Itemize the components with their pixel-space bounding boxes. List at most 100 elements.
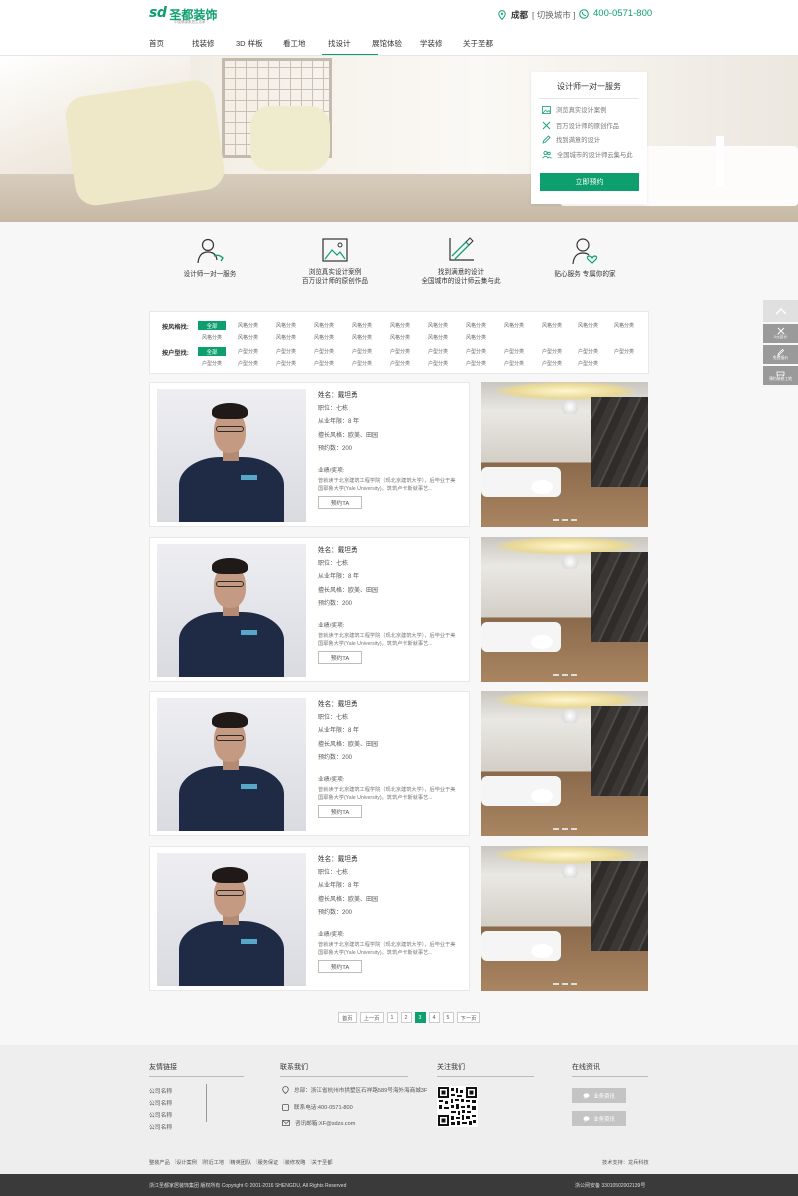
filter-style-option[interactable]: 风格分类 <box>390 322 410 329</box>
footer-nav-item[interactable]: 服务保证 <box>258 1159 279 1166</box>
book-designer-button[interactable]: 预约TA <box>318 960 362 973</box>
filter-style-option[interactable]: 风格分类 <box>390 334 410 341</box>
footer-links-scrollbar[interactable] <box>206 1084 207 1122</box>
chat-icon <box>583 1115 590 1122</box>
nav-find-decoration[interactable]: 找装修 <box>192 38 236 56</box>
filter-style-option[interactable]: 风格分类 <box>314 334 334 341</box>
designer-case-image[interactable] <box>481 691 648 836</box>
filter-style-option[interactable]: 风格分类 <box>314 322 334 329</box>
filter-style-option[interactable]: 风格分类 <box>352 322 372 329</box>
footer-friend-link[interactable]: 公司名称 <box>149 1122 172 1131</box>
filter-layout-option[interactable]: 户型分类 <box>390 360 410 367</box>
free-design-button[interactable]: 0元设计 <box>763 324 798 343</box>
designer-case-image[interactable] <box>481 382 648 527</box>
filter-layout-option[interactable]: 户型分类 <box>542 360 562 367</box>
filter-style-option[interactable]: 风格分类 <box>542 322 562 329</box>
nav-showroom[interactable]: 展馆体验 <box>372 38 420 56</box>
nav-3d-samples[interactable]: 3D 样板 <box>236 38 283 56</box>
nav-find-design[interactable]: 找设计 <box>322 38 378 56</box>
filter-layout-option[interactable]: 户型分类 <box>504 348 524 355</box>
filter-style-option[interactable]: 风格分类 <box>276 334 296 341</box>
footer-nav-item[interactable]: 附近工地 <box>203 1159 224 1166</box>
book-designer-button[interactable]: 预约TA <box>318 805 362 818</box>
icp-record[interactable]: 浙公网安备 33010502002139号 <box>575 1182 645 1189</box>
filter-style-all[interactable]: 全部 <box>198 321 226 330</box>
filter-layout-option[interactable]: 户型分类 <box>276 360 296 367</box>
filter-layout-option[interactable]: 户型分类 <box>466 360 486 367</box>
filter-layout-option[interactable]: 户型分类 <box>352 348 372 355</box>
filter-layout-option[interactable]: 户型分类 <box>238 348 258 355</box>
filter-style-option[interactable]: 风格分类 <box>238 322 258 329</box>
footer-news-button[interactable]: 业务资讯 <box>572 1111 626 1126</box>
page-number[interactable]: 4 <box>428 1012 440 1023</box>
filter-layout-option[interactable]: 户型分类 <box>314 360 334 367</box>
filter-style-option[interactable]: 风格分类 <box>466 322 486 329</box>
filter-layout-option[interactable]: 户型分类 <box>276 348 296 355</box>
filter-style-option[interactable]: 风格分类 <box>428 334 448 341</box>
filter-style-option[interactable]: 风格分类 <box>202 334 222 341</box>
page-first[interactable]: 首页 <box>338 1012 357 1023</box>
page-number[interactable]: 1 <box>386 1012 398 1023</box>
nav-about[interactable]: 关于圣都 <box>463 38 513 56</box>
book-designer-button[interactable]: 预约TA <box>318 496 362 509</box>
page-number-current[interactable]: 3 <box>414 1012 426 1023</box>
filter-style-option[interactable]: 风格分类 <box>466 334 486 341</box>
footer-nav-item[interactable]: 关于圣都 <box>312 1159 333 1166</box>
designer-photo[interactable] <box>157 698 306 831</box>
filter-layout-option[interactable]: 户型分类 <box>202 360 222 367</box>
filter-layout-option[interactable]: 户型分类 <box>390 348 410 355</box>
filter-layout-option[interactable]: 户型分类 <box>578 360 598 367</box>
designer-case-image[interactable] <box>481 537 648 682</box>
page-number[interactable]: 5 <box>442 1012 454 1023</box>
carousel-dots[interactable] <box>553 983 577 985</box>
carousel-dots[interactable] <box>553 674 577 676</box>
page-prev[interactable]: 上一页 <box>359 1012 384 1023</box>
designer-case-image[interactable] <box>481 846 648 991</box>
nav-learn[interactable]: 学装修 <box>420 38 463 56</box>
service-card-title: 设计师一对一服务 <box>557 82 621 91</box>
filter-layout-option[interactable]: 户型分类 <box>542 348 562 355</box>
switch-city-link[interactable]: [ 切换城市 ] <box>532 9 575 21</box>
footer-news-button[interactable]: 业务资讯 <box>572 1088 626 1103</box>
footer-friend-link[interactable]: 公司名称 <box>149 1086 172 1095</box>
filter-layout-option[interactable]: 户型分类 <box>614 348 634 355</box>
filter-style-option[interactable]: 风格分类 <box>614 322 634 329</box>
designer-photo[interactable] <box>157 544 306 677</box>
footer-nav-item[interactable]: 精英团队 <box>230 1159 251 1166</box>
filter-layout-option[interactable]: 户型分类 <box>352 360 372 367</box>
page-number[interactable]: 2 <box>400 1012 412 1023</box>
filter-style-option[interactable]: 风格分类 <box>276 322 296 329</box>
filter-style-option[interactable]: 风格分类 <box>238 334 258 341</box>
filter-layout-option[interactable]: 户型分类 <box>504 360 524 367</box>
my-decoration-button[interactable]: 预约装修工地 <box>763 366 798 385</box>
filter-style-option[interactable]: 风格分类 <box>352 334 372 341</box>
footer-friend-link[interactable]: 公司名称 <box>149 1098 172 1107</box>
footer-nav-item[interactable]: 装修攻略 <box>285 1159 306 1166</box>
filter-layout-option[interactable]: 户型分类 <box>238 360 258 367</box>
free-quote-button[interactable]: 免费报价 <box>763 345 798 364</box>
page-next[interactable]: 下一页 <box>456 1012 481 1023</box>
city-selector[interactable]: 成都 [ 切换城市 ] <box>498 9 575 21</box>
filter-layout-option[interactable]: 户型分类 <box>428 360 448 367</box>
book-designer-button[interactable]: 预约TA <box>318 651 362 664</box>
footer-nav-item[interactable]: 整装产品 <box>149 1159 170 1166</box>
footer-nav-item[interactable]: 设计案例 <box>176 1159 197 1166</box>
designer-bio: 业绩/奖项: 曾就读于北京建筑工程学院（现北京建筑大学），后毕业于美 国耶鲁大学… <box>318 623 456 647</box>
designer-photo[interactable] <box>157 389 306 522</box>
filter-style-option[interactable]: 风格分类 <box>578 322 598 329</box>
filter-layout-all[interactable]: 全部 <box>198 347 226 356</box>
nav-home[interactable]: 首页 <box>149 38 192 56</box>
book-now-button[interactable]: 立即预约 <box>540 173 639 191</box>
designer-photo[interactable] <box>157 853 306 986</box>
filter-style-option[interactable]: 风格分类 <box>428 322 448 329</box>
filter-layout-option[interactable]: 户型分类 <box>314 348 334 355</box>
filter-layout-option[interactable]: 户型分类 <box>428 348 448 355</box>
footer-friend-link[interactable]: 公司名称 <box>149 1110 172 1119</box>
designer-bio: 业绩/奖项: 曾就读于北京建筑工程学院（现北京建筑大学），后毕业于美 国耶鲁大学… <box>318 468 456 492</box>
back-to-top-button[interactable] <box>763 300 798 322</box>
filter-style-option[interactable]: 风格分类 <box>504 322 524 329</box>
carousel-dots[interactable] <box>553 519 577 521</box>
filter-layout-option[interactable]: 户型分类 <box>578 348 598 355</box>
carousel-dots[interactable] <box>553 828 577 830</box>
filter-layout-option[interactable]: 户型分类 <box>466 348 486 355</box>
